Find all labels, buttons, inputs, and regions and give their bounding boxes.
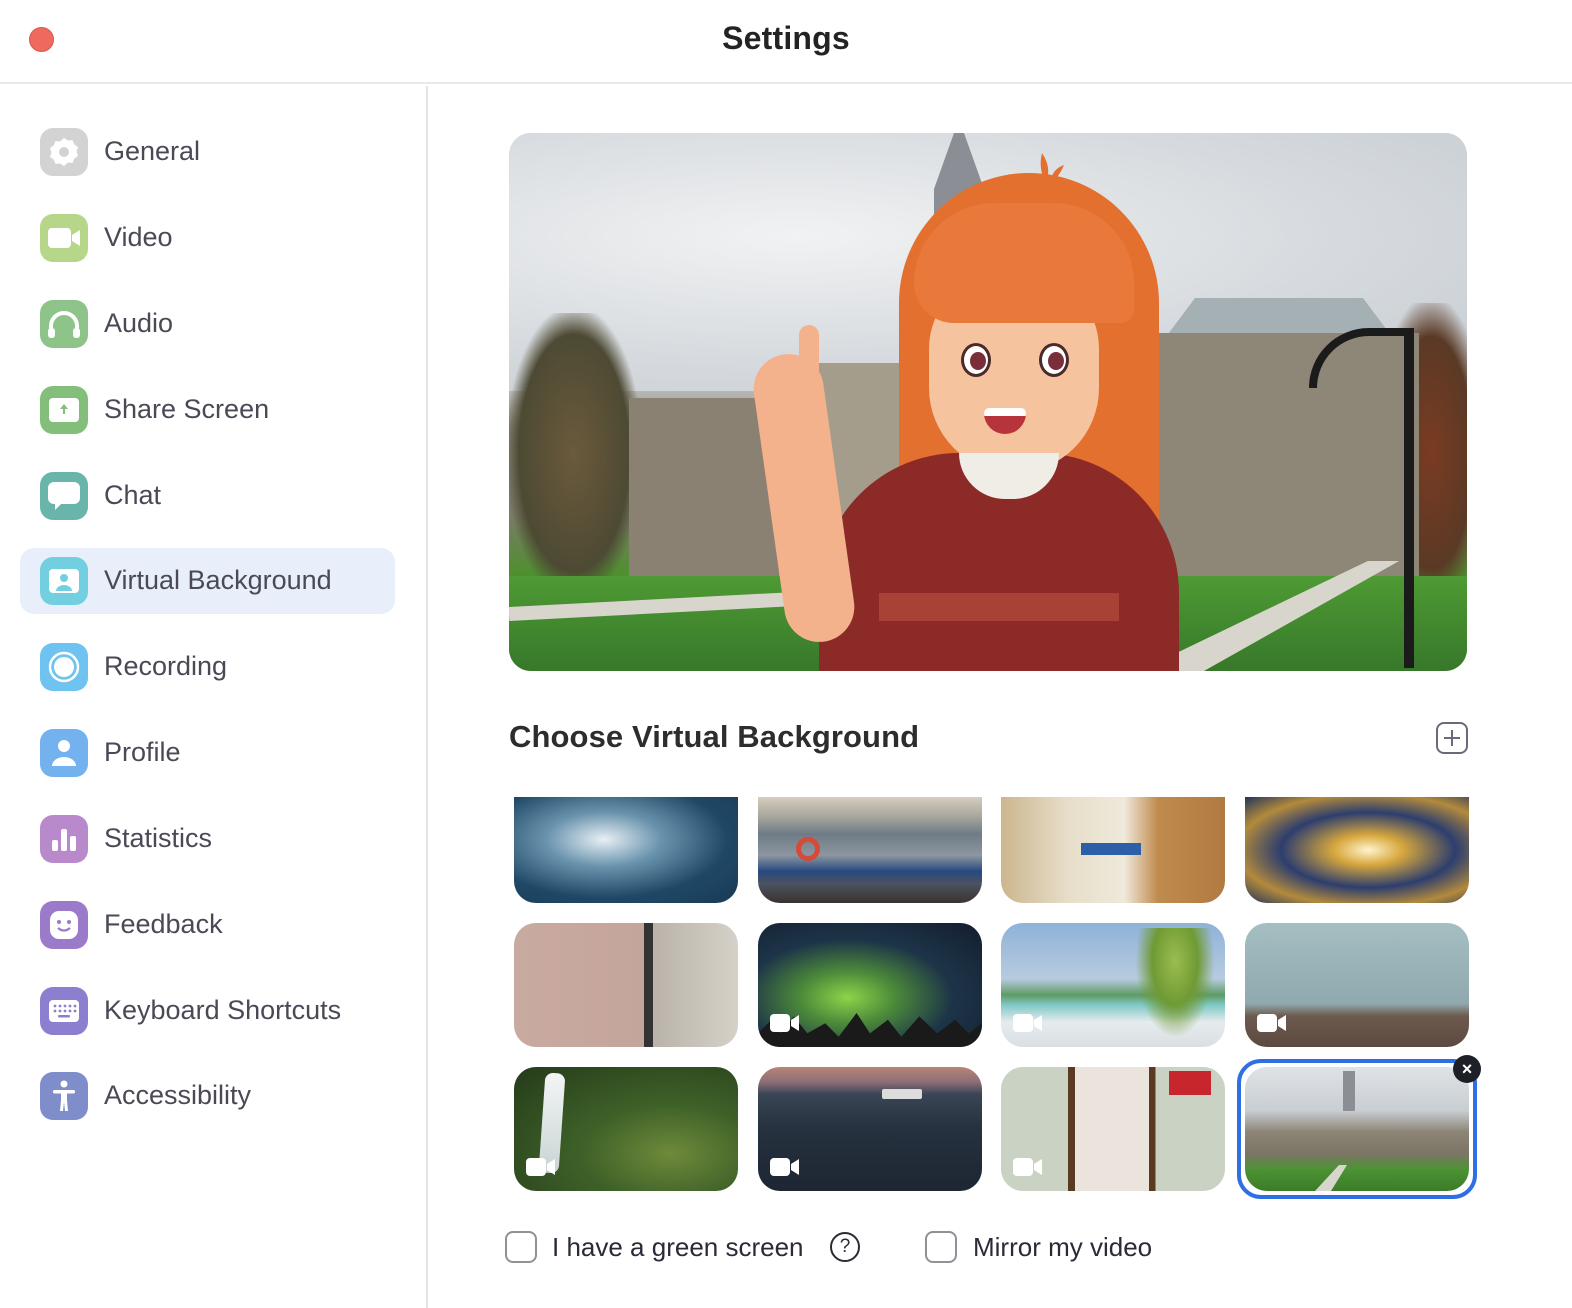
cruise-ship-detail (882, 1089, 922, 1099)
gear-icon (40, 128, 88, 176)
sidebar-item-label: Chat (104, 480, 162, 510)
plus-icon (1444, 730, 1460, 746)
avatar-finger (799, 325, 819, 400)
sidebar-item-label: Keyboard Shortcuts (104, 995, 342, 1025)
video-camera-icon (40, 214, 88, 262)
green-screen-label: I have a green screen (552, 1232, 804, 1262)
avatar-hair-sprout (1040, 153, 1064, 183)
mirror-video-label: Mirror my video (973, 1232, 1153, 1262)
background-thumbnail[interactable] (514, 923, 738, 1047)
sidebar-item-feedback[interactable]: Feedback (20, 892, 395, 958)
close-icon: × (1461, 1058, 1473, 1079)
sidebar: General Video Audio Share Screen Chat Vi… (0, 86, 428, 1308)
sidebar-item-label: Statistics (104, 823, 213, 853)
section-title: Choose Virtual Background (509, 719, 920, 754)
green-screen-checkbox[interactable] (505, 1231, 537, 1263)
coca-cola-sign (1169, 1071, 1211, 1095)
sidebar-item-label: Video (104, 222, 173, 252)
background-thumbnail[interactable] (758, 1067, 982, 1191)
avatar-eye (1039, 343, 1069, 377)
tower-detail (1343, 1071, 1355, 1111)
sidebar-item-virtual-background[interactable]: Virtual Background (20, 548, 395, 614)
path-detail (1315, 1165, 1347, 1191)
video-camera-icon (1013, 1014, 1042, 1032)
sidebar-item-statistics[interactable]: Statistics (20, 806, 395, 872)
background-grid: × (509, 791, 1481, 1201)
video-camera-icon (770, 1158, 799, 1176)
remove-background-button[interactable]: × (1453, 1055, 1481, 1083)
background-thumbnail[interactable] (514, 1067, 738, 1191)
keyboard-icon (40, 987, 88, 1035)
palm-tree (1135, 928, 1215, 1038)
bar-chart-icon (40, 815, 88, 863)
background-thumbnail[interactable] (1245, 923, 1469, 1047)
sidebar-item-label: Profile (104, 737, 181, 767)
virtual-background-icon (40, 557, 88, 605)
sidebar-item-label: Share Screen (104, 394, 270, 424)
sidebar-item-label: Accessibility (104, 1080, 252, 1110)
title-bar: Settings (0, 0, 1572, 84)
life-ring-detail (796, 837, 820, 861)
sidebar-item-chat[interactable]: Chat (20, 463, 395, 529)
background-thumbnail[interactable] (514, 797, 738, 903)
background-thumbnail[interactable] (758, 923, 982, 1047)
video-camera-icon (1013, 1158, 1042, 1176)
virtual-background-panel: Choose Virtual Background × I have a gre… (430, 86, 1572, 1308)
sidebar-item-keyboard-shortcuts[interactable]: Keyboard Shortcuts (20, 978, 395, 1044)
background-thumbnail[interactable] (758, 797, 982, 903)
smiley-icon (40, 901, 88, 949)
avatar-bangs (914, 203, 1134, 323)
sidebar-item-recording[interactable]: Recording (20, 634, 395, 700)
headphones-icon (40, 300, 88, 348)
background-thumbnail[interactable] (1001, 797, 1225, 903)
video-camera-icon (1257, 1014, 1286, 1032)
sidebar-item-label: General (104, 136, 201, 166)
sidebar-item-label: Virtual Background (104, 565, 332, 595)
question-mark: ? (839, 1236, 851, 1257)
share-screen-icon (40, 386, 88, 434)
avatar-sweater-stripe (879, 593, 1119, 621)
sidebar-item-label: Feedback (104, 909, 223, 939)
window-title: Settings (722, 20, 850, 56)
background-thumbnail[interactable] (1001, 1067, 1225, 1191)
video-camera-icon (526, 1158, 555, 1176)
avatar-eye (961, 343, 991, 377)
sidebar-item-label: Audio (104, 308, 174, 338)
video-camera-icon (770, 1014, 799, 1032)
chat-bubble-icon (40, 472, 88, 520)
sidebar-item-general[interactable]: General (20, 119, 395, 185)
add-background-button[interactable] (1436, 722, 1468, 754)
accessibility-icon (40, 1072, 88, 1120)
preview-trees-left (509, 313, 639, 593)
sidebar-item-accessibility[interactable]: Accessibility (20, 1063, 395, 1129)
background-thumbnail[interactable] (1001, 923, 1225, 1047)
record-icon (40, 643, 88, 691)
sidebar-item-label: Recording (104, 651, 228, 681)
background-thumbnail[interactable] (1245, 1067, 1469, 1191)
background-options: I have a green screen ? Mirror my video (505, 1229, 1405, 1269)
video-preview (509, 133, 1467, 671)
person-icon (40, 729, 88, 777)
background-thumbnail[interactable] (1245, 797, 1469, 903)
sidebar-item-share-screen[interactable]: Share Screen (20, 377, 395, 443)
bed-runner-detail (1081, 843, 1141, 855)
mirror-video-checkbox[interactable] (925, 1231, 957, 1263)
sidebar-item-audio[interactable]: Audio (20, 291, 395, 357)
preview-lamp-post (1404, 328, 1414, 668)
sidebar-item-profile[interactable]: Profile (20, 720, 395, 786)
cartoon-avatar (729, 153, 1179, 671)
help-icon[interactable]: ? (830, 1232, 860, 1262)
sidebar-item-video[interactable]: Video (20, 205, 395, 271)
